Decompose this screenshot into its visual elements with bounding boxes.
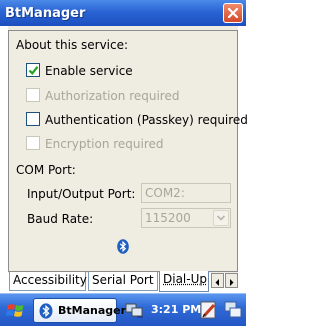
com-port-label: COM Port: (16, 163, 76, 177)
io-port-value: COM2: (145, 186, 185, 200)
tab-scroll-right-button[interactable] (225, 273, 238, 288)
tab-label: Dial-Up (163, 272, 207, 286)
io-port-label: Input/Output Port: (27, 187, 136, 201)
baud-rate-value: 115200 (145, 211, 191, 225)
windows-flag-icon (6, 304, 24, 317)
bluetooth-icon (117, 239, 129, 254)
checkmark-icon (28, 66, 39, 75)
taskbar: BtManager 3:21 PM (0, 293, 246, 326)
chevron-down-icon (216, 215, 226, 221)
authorization-checkbox[interactable] (26, 88, 40, 102)
window-title: BtManager (5, 5, 86, 21)
tab-accessibility[interactable]: Accessibility (9, 272, 87, 291)
dropdown-button[interactable] (213, 210, 229, 226)
enable-service-label: Enable service (45, 64, 133, 78)
tab-dial-up[interactable]: Dial-Up (159, 271, 209, 292)
encryption-checkbox[interactable] (26, 136, 40, 150)
tab-label: Serial Port (92, 273, 154, 287)
clock[interactable]: 3:21 PM (151, 303, 201, 316)
bluetooth-icon (39, 303, 53, 319)
pen-input-icon[interactable] (200, 300, 218, 320)
baud-rate-label: Baud Rate: (27, 212, 94, 226)
authentication-checkbox[interactable] (26, 112, 40, 126)
arrow-right-icon (230, 279, 234, 286)
network-connection-icon[interactable] (125, 301, 145, 319)
tab-scroll-left-button[interactable] (211, 273, 224, 288)
tab-serial-port[interactable]: Serial Port (88, 272, 158, 291)
close-button[interactable] (223, 3, 243, 23)
tab-strip: Accessibility Serial Port Dial-Up (8, 271, 246, 292)
close-icon (227, 7, 239, 19)
taskbar-app-btmanager[interactable]: BtManager (33, 298, 126, 323)
authorization-label: Authorization required (45, 89, 180, 103)
tab-label: Accessibility (13, 273, 87, 287)
authentication-label: Authentication (Passkey) required (45, 113, 248, 127)
encryption-label: Encryption required (45, 137, 164, 151)
about-label: About this service: (16, 38, 129, 52)
title-bar: BtManager (0, 0, 246, 26)
taskbar-app-label: BtManager (58, 304, 127, 317)
enable-service-checkbox[interactable] (26, 63, 40, 77)
start-button[interactable] (6, 301, 26, 321)
desktop-windows-icon[interactable] (224, 300, 242, 320)
arrow-left-icon (215, 279, 219, 286)
io-port-field[interactable]: COM2: (141, 183, 231, 203)
baud-rate-dropdown[interactable]: 115200 (141, 208, 231, 228)
